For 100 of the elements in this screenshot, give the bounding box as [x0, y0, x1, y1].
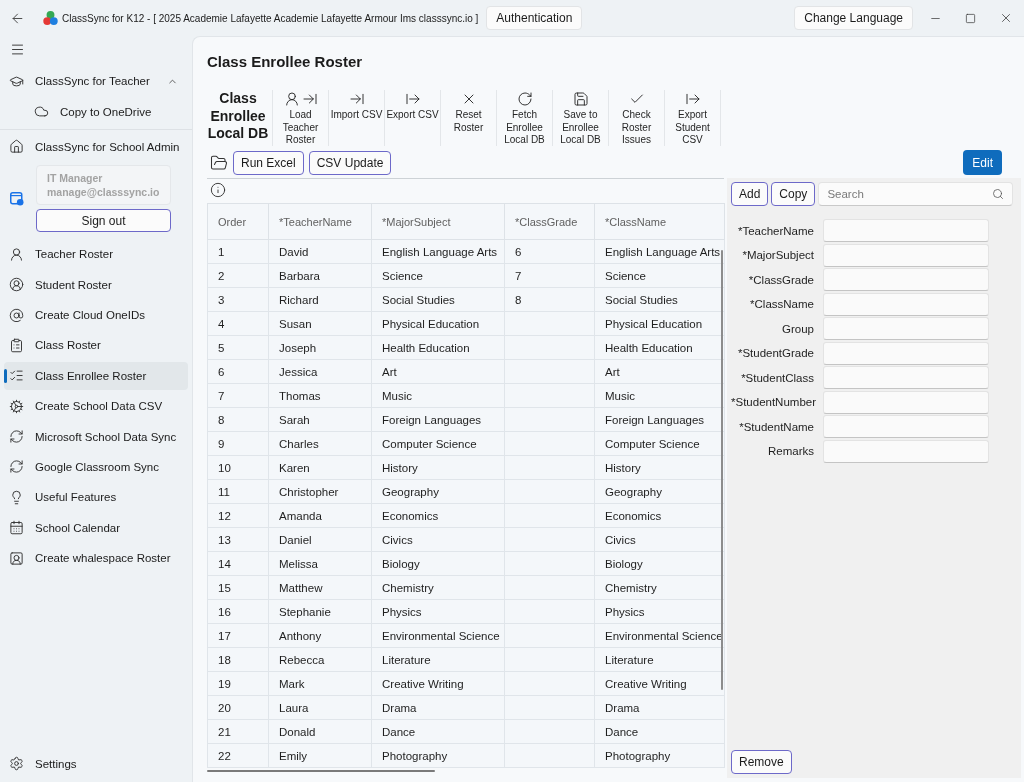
authentication-button[interactable]: Authentication	[486, 6, 583, 30]
action-button[interactable]: Run Excel	[233, 150, 304, 175]
toolbar-button[interactable]: Fetch Enrollee Local DB	[497, 88, 552, 148]
table-cell: 3	[207, 287, 269, 312]
table-cell: 6	[504, 239, 595, 264]
table-cell: 20	[207, 695, 269, 720]
table-cell: Richard	[268, 287, 372, 312]
column-header[interactable]: *ClassGrade	[504, 203, 595, 240]
toolbar-button[interactable]: Reset Roster	[441, 88, 496, 148]
app-window-icon	[10, 191, 24, 206]
table-cell: Emily	[268, 743, 372, 768]
column-header[interactable]: Order	[207, 203, 269, 240]
input-field[interactable]	[823, 292, 989, 316]
table-cell: Photography	[371, 743, 505, 768]
input-field[interactable]	[823, 366, 989, 389]
change-language-button[interactable]: Change Language	[794, 6, 913, 30]
table-cell: David	[268, 239, 372, 264]
field-label: *StudentClass	[740, 371, 814, 384]
account-name: IT Manager	[47, 171, 104, 186]
remove-button[interactable]: Remove	[731, 750, 792, 774]
toolbar-button[interactable]: Import CSV	[329, 88, 384, 148]
toolbar-title: Class Enrollee Local DB	[207, 89, 269, 143]
table-cell: Matthew	[268, 575, 372, 600]
sidebar-item[interactable]: Teacher Roster	[4, 240, 188, 269]
table-cell: 7	[504, 263, 595, 288]
table-cell: Dance	[371, 719, 505, 744]
table-cell: 18	[207, 647, 269, 672]
input-field[interactable]	[823, 268, 989, 291]
edit-button[interactable]: Edit	[963, 150, 1002, 175]
sidebar-item[interactable]: Microsoft School Data Sync	[4, 422, 188, 451]
table-cell: Biology	[371, 551, 505, 576]
sidebar-item[interactable]: Create Cloud OneIDs	[4, 301, 188, 330]
clipboard-list-icon	[9, 337, 24, 353]
toolbar-button[interactable]: Export CSV	[385, 88, 440, 148]
logo-icon	[43, 11, 58, 25]
sidebar-item[interactable]: Class Roster	[4, 331, 188, 360]
table-cell: English Language Arts	[371, 239, 505, 264]
cloud-icon	[34, 104, 49, 120]
input-field[interactable]	[823, 415, 989, 438]
sidebar-item[interactable]: Useful Features	[4, 483, 188, 512]
sidebar-item[interactable]: Google Classroom Sync	[4, 452, 188, 481]
table-cell: Sarah	[268, 407, 372, 432]
menu-icon[interactable]	[10, 41, 25, 57]
input-field[interactable]	[823, 390, 989, 414]
sidebar-subitem[interactable]: Copy to OneDrive	[4, 97, 188, 126]
form-button[interactable]: Copy	[771, 182, 816, 206]
info-icon[interactable]	[210, 182, 226, 198]
sign-out-button[interactable]: Sign out	[36, 209, 171, 233]
column-header[interactable]: *ClassName	[594, 203, 725, 240]
toolbar-button[interactable]: Check Roster Issues	[609, 88, 664, 148]
vertical-scrollbar[interactable]	[721, 250, 723, 690]
table-cell: Photography	[594, 743, 725, 768]
person-arrow-icon	[283, 91, 318, 107]
table-cell: Foreign Languages	[371, 407, 505, 432]
table-cell: 17	[207, 623, 269, 648]
toolbar-button[interactable]: Save to Enrollee Local DB	[553, 88, 608, 148]
at-sign-icon	[9, 307, 24, 323]
sidebar-item[interactable]: School Calendar	[4, 513, 188, 542]
table-cell: Environmental Science	[371, 623, 505, 648]
table-cell: Social Studies	[371, 287, 505, 312]
table-cell: 8	[504, 287, 595, 312]
input-field[interactable]	[823, 341, 989, 365]
table-cell: 12	[207, 503, 269, 528]
search-field[interactable]: Search	[818, 182, 1013, 206]
table-cell: Literature	[371, 647, 505, 672]
input-field[interactable]	[823, 219, 989, 242]
table-cell: Christopher	[268, 479, 372, 504]
field-label: *StudentName	[738, 420, 814, 433]
input-field[interactable]	[823, 317, 989, 340]
table-cell: 11	[207, 479, 269, 504]
table-cell: 4	[207, 311, 269, 336]
form-button[interactable]: Add	[731, 182, 769, 206]
input-field[interactable]	[823, 243, 989, 267]
input-field[interactable]	[823, 439, 989, 463]
table-cell: 19	[207, 671, 269, 696]
table-cell: Physical Education	[371, 311, 505, 336]
toolbar-button[interactable]: Export Student CSV	[665, 88, 720, 148]
maximize-icon[interactable]	[965, 12, 976, 24]
close-icon[interactable]	[999, 11, 1013, 25]
horizontal-scrollbar[interactable]	[207, 770, 435, 772]
search-icon[interactable]	[992, 188, 1004, 200]
folder-icon[interactable]	[210, 153, 228, 172]
table-cell: 16	[207, 599, 269, 624]
sidebar-item[interactable]: Class Enrollee Roster	[4, 361, 188, 390]
sidebar-group[interactable]: ClassSync for School Admin	[4, 132, 188, 161]
toolbar-button[interactable]: Load Teacher Roster	[273, 88, 328, 148]
table-cell: Thomas	[268, 383, 372, 408]
sidebar-item[interactable]: Create School Data CSV	[4, 392, 188, 421]
table-cell: Laura	[268, 695, 372, 720]
sidebar-group[interactable]: ClassSync for Teacher	[4, 67, 188, 96]
action-button[interactable]: CSV Update	[308, 150, 392, 175]
column-header[interactable]: *TeacherName	[268, 203, 372, 240]
column-header[interactable]: *MajorSubject	[371, 203, 505, 240]
table-cell: 5	[207, 335, 269, 360]
table-cell: 22	[207, 743, 269, 768]
settings-item[interactable]: Settings	[4, 749, 188, 778]
sidebar-item[interactable]: Create whalespace Roster	[4, 544, 188, 573]
refresh-icon	[516, 91, 533, 107]
table-cell: Creative Writing	[371, 671, 505, 696]
sidebar-item[interactable]: Student Roster	[4, 270, 188, 299]
